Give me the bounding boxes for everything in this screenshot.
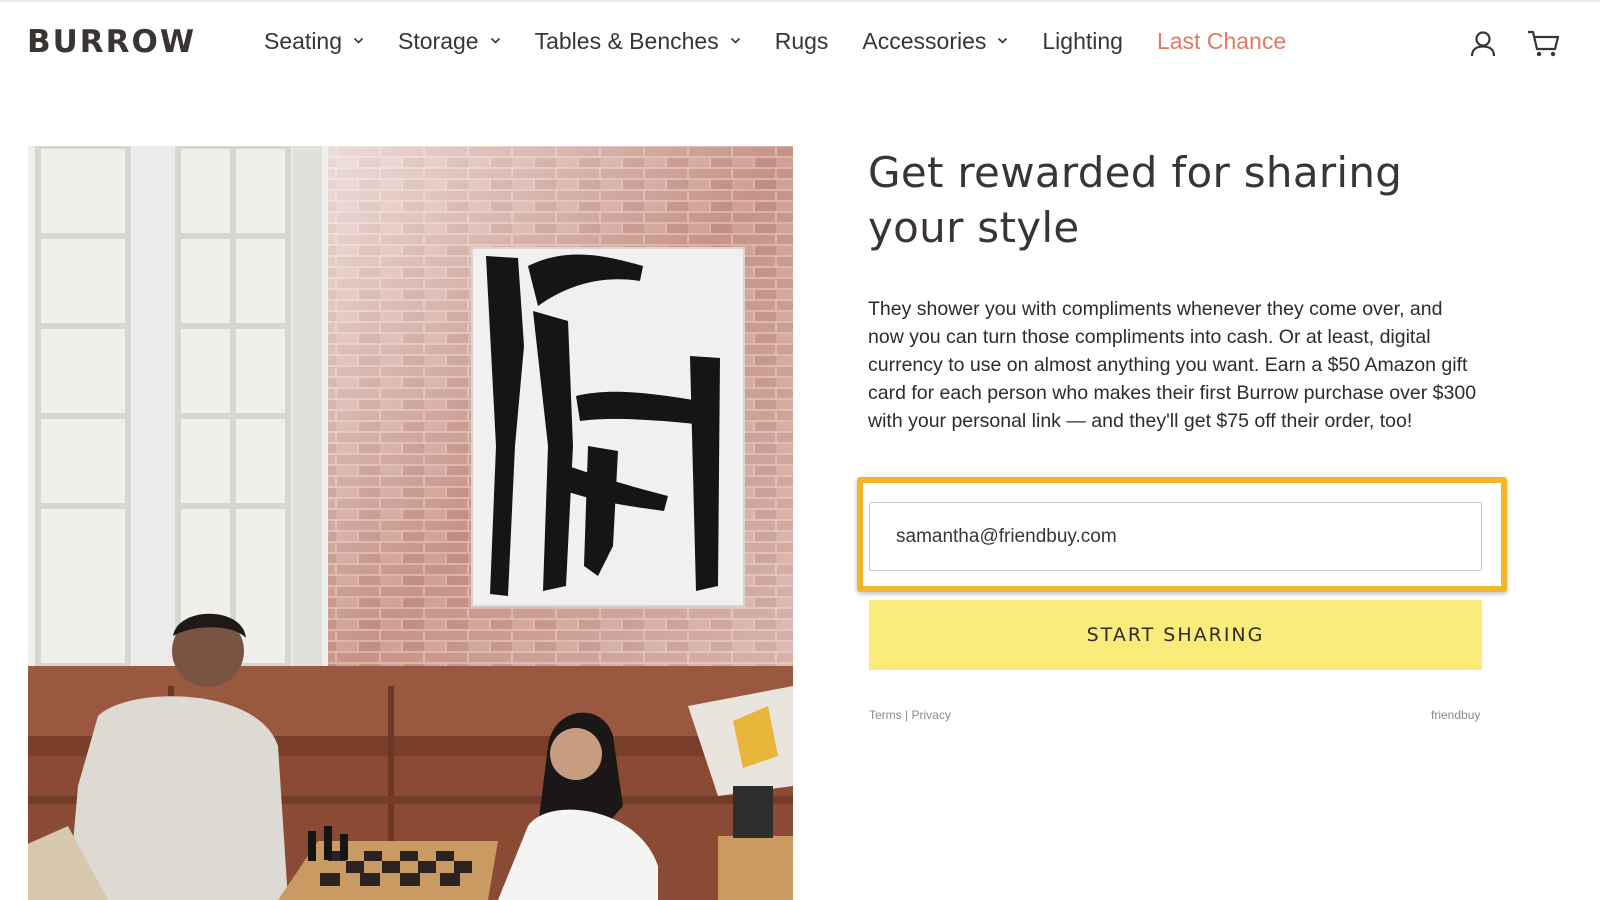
nav-item-tables-benches[interactable]: Tables & Benches bbox=[535, 28, 741, 55]
chevron-down-icon bbox=[730, 35, 741, 46]
legal-links: Terms | Privacy bbox=[869, 708, 951, 722]
page-title: Get rewarded for sharing your style bbox=[868, 148, 1403, 252]
legal-separator: | bbox=[905, 708, 909, 722]
account-icon[interactable] bbox=[1470, 30, 1496, 63]
privacy-link[interactable]: Privacy bbox=[911, 708, 950, 722]
burrow-logo[interactable]: BURROW bbox=[27, 24, 196, 60]
terms-link[interactable]: Terms bbox=[869, 708, 902, 722]
referral-description: They shower you with compliments wheneve… bbox=[868, 298, 1477, 432]
nav-item-label: Tables & Benches bbox=[534, 28, 719, 54]
nav-item-label: Accessories bbox=[862, 28, 987, 54]
referral-panel: Get rewarded for sharing your style They… bbox=[868, 145, 1488, 435]
site-header: BURROW Seating Storage Tables & Benches … bbox=[0, 0, 1600, 90]
nav-item-label: Storage bbox=[398, 28, 479, 54]
nav-item-lighting[interactable]: Lighting bbox=[1042, 28, 1123, 55]
email-field[interactable] bbox=[869, 502, 1482, 571]
chevron-down-icon bbox=[490, 35, 501, 46]
nav-item-label: Last Chance bbox=[1156, 28, 1287, 54]
powered-by-friendbuy[interactable]: friendbuy bbox=[1431, 708, 1480, 722]
hero-photo bbox=[28, 146, 793, 900]
cart-icon[interactable] bbox=[1527, 30, 1561, 63]
nav-item-rugs[interactable]: Rugs bbox=[775, 28, 829, 55]
start-sharing-button[interactable]: START SHARING bbox=[869, 600, 1482, 670]
nav-item-last-chance[interactable]: Last Chance bbox=[1157, 28, 1286, 55]
main-nav: Seating Storage Tables & Benches Rugs Ac… bbox=[264, 28, 1320, 55]
nav-item-label: Seating bbox=[264, 28, 343, 54]
nav-item-label: Rugs bbox=[774, 28, 829, 54]
nav-item-label: Lighting bbox=[1042, 28, 1123, 54]
nav-item-seating[interactable]: Seating bbox=[264, 28, 364, 55]
nav-item-storage[interactable]: Storage bbox=[398, 28, 501, 55]
chevron-down-icon bbox=[997, 35, 1008, 46]
nav-item-accessories[interactable]: Accessories bbox=[862, 28, 1008, 55]
chevron-down-icon bbox=[353, 35, 364, 46]
